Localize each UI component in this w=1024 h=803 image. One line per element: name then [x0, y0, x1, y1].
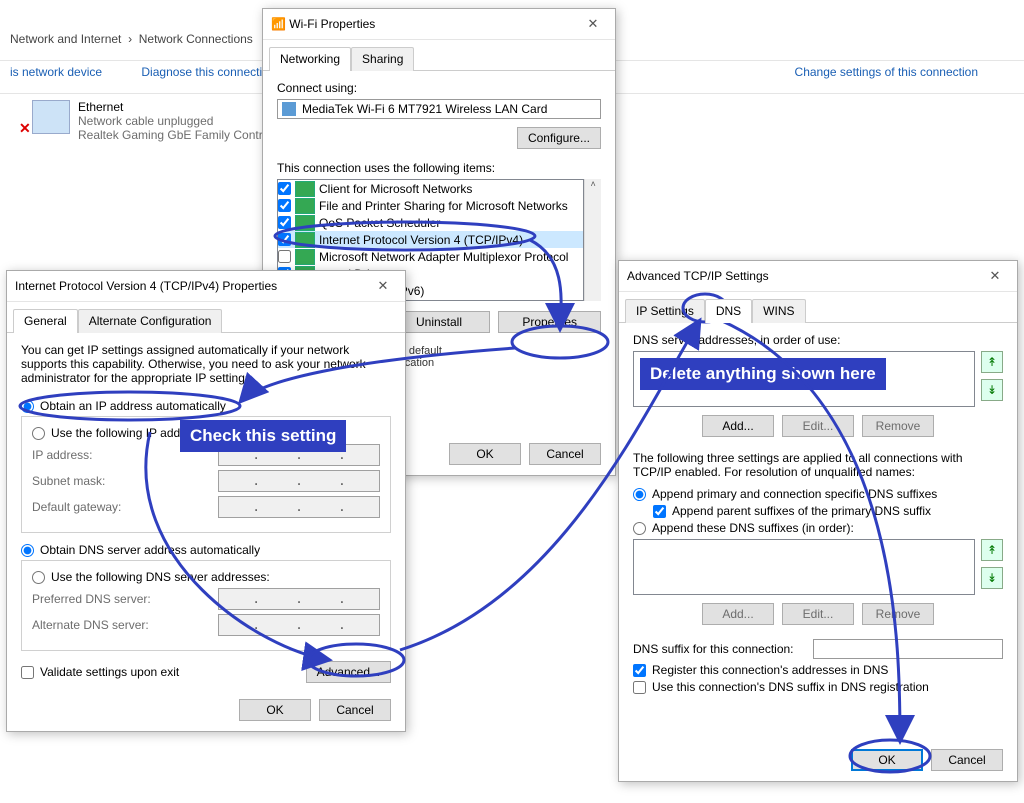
suffix-add-button: Add...: [702, 603, 774, 625]
uses-label: This connection uses the following items…: [277, 161, 601, 175]
ethernet-status: Network cable unplugged: [78, 114, 269, 128]
validate-checkbox[interactable]: Validate settings upon exit: [21, 665, 179, 679]
ipv4-ok-button[interactable]: OK: [239, 699, 311, 721]
cmd-disable[interactable]: is network device: [10, 65, 102, 79]
advanced-tcpip-window: Advanced TCP/IP Settings ✕ IP Settings D…: [618, 260, 1018, 782]
radio-static-ip[interactable]: Use the following IP address:: [32, 426, 380, 440]
preferred-dns-field: .. .: [218, 588, 380, 610]
dns-order-label: DNS server addresses, in order of use:: [633, 333, 1003, 347]
advanced-ok-button[interactable]: OK: [851, 749, 923, 771]
subnet-mask-field: .. .: [218, 470, 380, 492]
breadcrumb-current[interactable]: Network Connections: [139, 32, 253, 46]
ethernet-device: Realtek Gaming GbE Family Contro: [78, 128, 269, 142]
advanced-cancel-button[interactable]: Cancel: [931, 749, 1003, 771]
gateway-label: Default gateway:: [32, 500, 172, 514]
cmd-diagnose[interactable]: Diagnose this connection: [141, 65, 275, 79]
ipv4-properties-window: Internet Protocol Version 4 (TCP/IPv4) P…: [6, 270, 406, 732]
ipv4-cancel-button[interactable]: Cancel: [319, 699, 391, 721]
alternate-dns-label: Alternate DNS server:: [32, 618, 172, 632]
ethernet-adapter-item[interactable]: Ethernet Network cable unplugged Realtek…: [32, 100, 269, 142]
chk-use-suffix[interactable]: Use this connection's DNS suffix in DNS …: [633, 680, 1003, 694]
suffix-remove-button: Remove: [862, 603, 934, 625]
radio-append-primary[interactable]: Append primary and connection specific D…: [633, 487, 1003, 501]
dns-note: The following three settings are applied…: [633, 451, 1003, 479]
properties-button[interactable]: Properties: [498, 311, 601, 333]
suffix-down-button[interactable]: ↡: [981, 567, 1003, 589]
dns-edit-button: Edit...: [782, 415, 854, 437]
advanced-button[interactable]: Advanced...: [306, 661, 391, 683]
wifi-ok-button[interactable]: OK: [449, 443, 521, 465]
move-down-button[interactable]: ↡: [981, 379, 1003, 401]
radio-auto-dns[interactable]: Obtain DNS server address automatically: [21, 543, 391, 557]
close-icon[interactable]: ✕: [579, 14, 607, 34]
ip-address-label: IP address:: [32, 448, 172, 462]
wifi-icon: 📶: [271, 17, 289, 31]
gateway-field: .. .: [218, 496, 380, 518]
wifi-title: Wi-Fi Properties: [289, 17, 579, 31]
tab-sharing[interactable]: Sharing: [351, 47, 414, 71]
suffix-up-button[interactable]: ↟: [981, 539, 1003, 561]
tab-wins[interactable]: WINS: [752, 299, 805, 323]
alternate-dns-field: .. .: [218, 614, 380, 636]
wifi-cancel-button[interactable]: Cancel: [529, 443, 601, 465]
close-icon[interactable]: ✕: [981, 266, 1009, 286]
ip-address-field: .. .: [218, 444, 380, 466]
ipv4-title: Internet Protocol Version 4 (TCP/IPv4) P…: [15, 279, 369, 293]
advanced-title: Advanced TCP/IP Settings: [627, 269, 981, 283]
chk-register-dns[interactable]: Register this connection's addresses in …: [633, 663, 1003, 677]
chk-ipv4[interactable]: [278, 233, 291, 246]
radio-append-these[interactable]: Append these DNS suffixes (in order):: [633, 521, 1003, 535]
adapter-icon: [282, 102, 296, 116]
chk-qos[interactable]: [278, 216, 291, 229]
tab-networking[interactable]: Networking: [269, 47, 351, 71]
dns-suffix-listbox[interactable]: [633, 539, 975, 595]
breadcrumb-parent[interactable]: Network and Internet: [10, 32, 121, 46]
close-icon[interactable]: ✕: [369, 276, 397, 296]
dns-servers-listbox[interactable]: [633, 351, 975, 407]
chk-client[interactable]: [278, 182, 291, 195]
dns-suffix-input[interactable]: [813, 639, 1003, 659]
tab-ip-settings[interactable]: IP Settings: [625, 299, 705, 323]
preferred-dns-label: Preferred DNS server:: [32, 592, 172, 606]
ethernet-icon: [32, 100, 70, 134]
ethernet-title: Ethernet: [78, 100, 269, 114]
listbox-scrollbar[interactable]: ˄: [584, 179, 601, 301]
chk-fileprint[interactable]: [278, 199, 291, 212]
chk-append-parent[interactable]: Append parent suffixes of the primary DN…: [653, 504, 1003, 518]
suffix-edit-button: Edit...: [782, 603, 854, 625]
tab-dns[interactable]: DNS: [705, 299, 752, 323]
adapter-field[interactable]: MediaTek Wi-Fi 6 MT7921 Wireless LAN Car…: [277, 99, 601, 119]
ipv4-intro: You can get IP settings assigned automat…: [21, 343, 391, 385]
radio-static-dns[interactable]: Use the following DNS server addresses:: [32, 570, 380, 584]
move-up-button[interactable]: ↟: [981, 351, 1003, 373]
dns-add-button[interactable]: Add...: [702, 415, 774, 437]
dns-remove-button: Remove: [862, 415, 934, 437]
chk-multiplexor[interactable]: [278, 250, 291, 263]
subnet-mask-label: Subnet mask:: [32, 474, 172, 488]
connect-using-label: Connect using:: [277, 81, 601, 95]
cmd-change-settings[interactable]: Change settings of this connection: [795, 65, 978, 79]
radio-auto-ip[interactable]: Obtain an IP address automatically: [21, 399, 391, 413]
tab-general[interactable]: General: [13, 309, 78, 333]
tab-alternate[interactable]: Alternate Configuration: [78, 309, 223, 333]
dns-suffix-label: DNS suffix for this connection:: [633, 642, 794, 656]
configure-button[interactable]: Configure...: [517, 127, 601, 149]
